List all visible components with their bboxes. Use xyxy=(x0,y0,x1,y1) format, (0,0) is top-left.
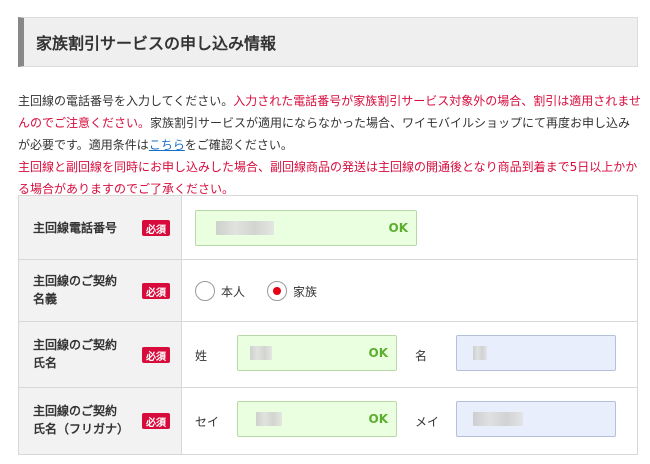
radio-family-label[interactable]: 家族 xyxy=(293,283,317,300)
ok-indicator: OK xyxy=(368,412,389,426)
first-name-input[interactable] xyxy=(456,335,616,371)
form-row-phone: 主回線電話番号 必須 OK xyxy=(19,196,637,260)
last-name-input[interactable]: OK xyxy=(237,335,397,371)
contract-name-label: 主回線のご契約 名義 xyxy=(33,274,118,306)
required-badge: 必須 xyxy=(142,220,170,236)
conditions-link[interactable]: こちら xyxy=(149,138,185,152)
ok-indicator: OK xyxy=(388,221,409,235)
family-discount-form: 主回線電話番号 必須 OK 主回線のご契約 名義 必須 本人 家族 主回線のご契… xyxy=(18,195,638,455)
full-name-kana-label: 主回線のご契約 氏名（フリガナ） xyxy=(33,404,130,436)
form-row-full-name: 主回線のご契約 氏名 必須 姓 OK 名 xyxy=(19,322,637,388)
masked-value xyxy=(473,346,487,360)
notice-confirm: をご確認ください。 xyxy=(184,138,293,152)
form-row-contract-name: 主回線のご契約 名義 必須 本人 家族 xyxy=(19,260,637,322)
radio-family[interactable] xyxy=(267,281,287,301)
radio-self-label[interactable]: 本人 xyxy=(221,283,245,300)
notice-text: 主回線の電話番号を入力してください。入力された電話番号が家族割引サービス対象外の… xyxy=(18,90,642,200)
notice-shipping-warning: 主回線と副回線を同時にお申し込みした場合、副回線商品の発送は主回線の開通後となり… xyxy=(18,160,638,196)
masked-value xyxy=(256,412,282,426)
required-badge: 必須 xyxy=(142,347,170,363)
full-name-label: 主回線のご契約 氏名 xyxy=(33,338,118,370)
masked-value xyxy=(250,346,272,360)
form-row-full-name-kana: 主回線のご契約 氏名（フリガナ） 必須 セイ OK メイ xyxy=(19,388,637,454)
ok-indicator: OK xyxy=(368,346,389,360)
last-name-kana-label: セイ xyxy=(195,415,220,429)
first-name-label: 名 xyxy=(415,349,428,363)
section-title: 家族割引サービスの申し込み情報 xyxy=(18,17,638,67)
notice-instruction: 主回線の電話番号を入力してください。 xyxy=(18,94,234,108)
masked-value xyxy=(216,221,274,235)
first-name-kana-input[interactable] xyxy=(456,401,616,437)
required-badge: 必須 xyxy=(142,283,170,299)
masked-value xyxy=(473,412,523,426)
first-name-kana-label: メイ xyxy=(415,415,440,429)
last-name-label: 姓 xyxy=(195,349,208,363)
required-badge: 必須 xyxy=(142,413,170,429)
phone-input[interactable]: OK xyxy=(195,210,417,246)
radio-self[interactable] xyxy=(195,281,215,301)
phone-label: 主回線電話番号 xyxy=(33,221,118,235)
last-name-kana-input[interactable]: OK xyxy=(237,401,397,437)
